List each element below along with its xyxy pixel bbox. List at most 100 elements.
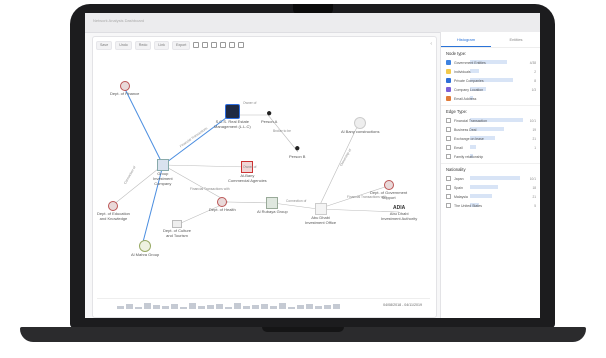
checkbox[interactable]	[446, 145, 451, 150]
row-value: 2	[534, 69, 536, 74]
row-label: Business Deal	[454, 127, 477, 132]
node-mahra-group[interactable]: Al Mahra Group	[131, 240, 159, 257]
histogram-row[interactable]: Individuals 2	[446, 67, 536, 76]
histogram-row[interactable]: Malaysia 21	[446, 192, 536, 201]
histogram-row[interactable]: Spain 18	[446, 183, 536, 192]
node-type-section: Node type: Government Entities 4/38 Indivi…	[441, 48, 540, 106]
node-person-a[interactable]: ● Person A	[261, 108, 277, 125]
row-label: Malaysia	[454, 194, 468, 199]
row-label: Spain	[454, 185, 463, 190]
histogram-row[interactable]: Email 1	[446, 143, 536, 152]
histogram-bar	[470, 69, 480, 73]
edge-type-section: Edge Type: Financial Transaction 10/1 Busi…	[441, 106, 540, 164]
histogram-bar	[470, 185, 498, 189]
company-icon	[314, 203, 327, 215]
row-value: 1	[534, 145, 536, 150]
company-icon	[139, 240, 152, 252]
graph-canvas[interactable]: Save Undo Redo Link Export ‹ Dept. of Fi…	[92, 36, 437, 318]
node-constructions[interactable]: Al Bany constructions	[341, 117, 379, 134]
section-title: Nationality	[446, 167, 466, 172]
row-value: 10/1	[529, 118, 536, 123]
node-person-b[interactable]: ● Person B	[289, 143, 305, 160]
timeline-date-range[interactable]: 04/08/2018 - 04/11/2019	[383, 303, 422, 307]
checkbox[interactable]	[446, 154, 451, 159]
histogram-row[interactable]: Exchange on lease 21	[446, 134, 536, 143]
row-value: 19	[532, 127, 536, 132]
histogram-row[interactable]: Financial Transaction 10/1	[446, 116, 536, 125]
company-icon	[266, 197, 279, 209]
histogram-row[interactable]: Government Entities 4/38	[446, 58, 536, 67]
row-value: 5	[534, 203, 536, 208]
edge-label: Owner of	[243, 165, 257, 169]
node-health[interactable]: Dept. of Health	[209, 197, 236, 212]
building-icon	[217, 197, 228, 207]
app-window: Network Analysis Dashboard Save Undo Red…	[85, 13, 540, 318]
node-rubaya-group[interactable]: Al Rubaya Group	[257, 197, 288, 214]
checkbox[interactable]	[446, 136, 451, 141]
row-label: The United States	[454, 203, 483, 208]
node-group-investment[interactable]: Group Investment Company	[153, 159, 173, 186]
row-value: 1/3	[531, 87, 536, 92]
row-label: Exchange on lease	[454, 136, 484, 141]
right-panel: Histogram Entities Node type: Government…	[440, 32, 540, 318]
row-value: 10/1	[529, 176, 536, 181]
person-icon: ●	[266, 108, 273, 119]
node-real-estate-management[interactable]: S.C.S. Real Estate Management (L.L.C)	[214, 104, 251, 129]
tab-histogram[interactable]: Histogram	[441, 32, 491, 47]
node-culture[interactable]: Dept. of Culture and Tourism	[163, 220, 191, 238]
node-investment-authority[interactable]: ADIA Abu Dhabi Investment Authority	[381, 205, 417, 221]
histogram-bar	[470, 194, 492, 198]
company-icon	[224, 104, 240, 119]
row-value: 21	[532, 136, 536, 141]
location-icon	[354, 117, 367, 129]
row-value: 8	[534, 78, 536, 83]
legend-swatch	[446, 87, 451, 92]
edge	[124, 88, 164, 166]
row-label: Government Entities	[454, 60, 486, 65]
edge-label: Connection of	[286, 199, 307, 203]
section-title: Node type:	[446, 51, 467, 56]
person-icon: ●	[294, 143, 301, 154]
row-label: Japan	[454, 176, 464, 181]
histogram-bar	[470, 145, 477, 149]
company-icon	[156, 159, 169, 171]
histogram-row[interactable]: Email Address	[446, 94, 536, 103]
nationality-section: Nationality Japan 10/1 Spain 18 Malaysia 21 Th…	[441, 164, 540, 212]
row-value: 18	[532, 185, 536, 190]
checkbox[interactable]	[446, 194, 451, 199]
building-icon	[108, 201, 119, 211]
panel-tabs: Histogram Entities	[441, 32, 540, 48]
checkbox[interactable]	[446, 118, 451, 123]
histogram-row[interactable]: Japan 10/1	[446, 174, 536, 183]
tab-entities[interactable]: Entities	[491, 32, 540, 47]
edge-label: Financial Transactions with	[347, 195, 387, 199]
node-finance[interactable]: Dept. of Finance	[110, 81, 139, 96]
row-value: 4/38	[529, 60, 536, 65]
checkbox[interactable]	[446, 127, 451, 132]
histogram-row[interactable]: Company Location 1/3	[446, 85, 536, 94]
section-title: Edge Type:	[446, 109, 468, 114]
checkbox[interactable]	[446, 185, 451, 190]
title-bar: Network Analysis Dashboard	[85, 13, 540, 33]
row-label: Email	[454, 145, 463, 150]
histogram-row[interactable]: Family relationship	[446, 152, 536, 161]
legend-swatch	[446, 78, 451, 83]
checkbox[interactable]	[446, 176, 451, 181]
row-label: Individuals	[454, 69, 471, 74]
node-investment-office[interactable]: Abu Dhabi Investment Office	[305, 203, 336, 225]
row-value: 21	[532, 194, 536, 199]
row-label: Private Companies	[454, 78, 484, 83]
row-label: Family relationship	[454, 154, 484, 159]
histogram-bar	[470, 176, 520, 180]
window-title: Network Analysis Dashboard	[93, 18, 145, 23]
histogram-row[interactable]: Business Deal 19	[446, 125, 536, 134]
histogram-row[interactable]: The United States 5	[446, 201, 536, 210]
legend-swatch	[446, 69, 451, 74]
row-label: Email Address	[454, 96, 477, 101]
histogram-row[interactable]: Private Companies 8	[446, 76, 536, 85]
checkbox[interactable]	[446, 203, 451, 208]
edge-label: Owner of	[243, 101, 257, 105]
node-education[interactable]: Dept. of Education and Knowledge	[97, 201, 130, 221]
timeline[interactable]: 04/08/2018 - 04/11/2019	[97, 298, 430, 313]
edge-label: Financial Transactions with	[190, 187, 230, 191]
